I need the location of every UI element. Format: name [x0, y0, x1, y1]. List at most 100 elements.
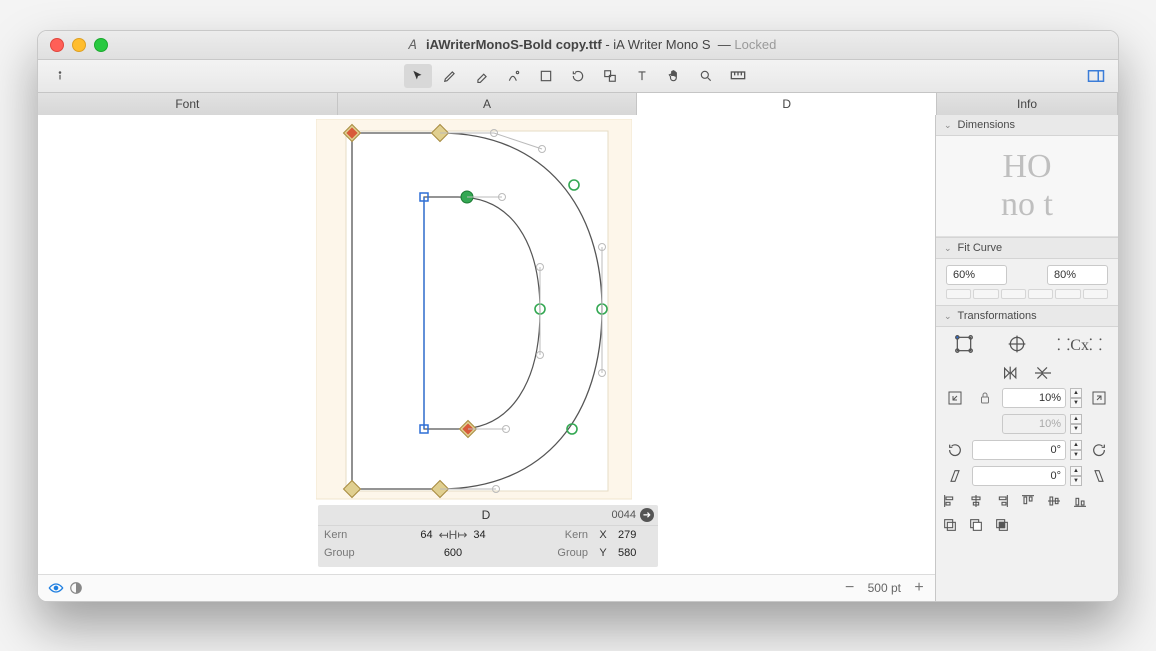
scale-up-icon[interactable] [1086, 387, 1112, 409]
tab-d[interactable]: D [637, 93, 937, 115]
glyph-d-outline [316, 119, 632, 503]
status-bar: − 500 pt + [38, 574, 935, 601]
align-row [942, 493, 1112, 517]
zoom-button[interactable] [94, 38, 108, 52]
transform-capheight-icon[interactable]: ⸬Cx⸬ [1057, 333, 1103, 355]
kern-left-label: Kern [318, 529, 384, 541]
close-button[interactable] [50, 38, 64, 52]
rotate-cw-icon[interactable] [1086, 439, 1112, 461]
info-icon[interactable] [46, 64, 74, 88]
coord-y-value: 580 [618, 547, 658, 559]
glyph-name: D [388, 508, 584, 522]
next-glyph-icon[interactable]: ➜ [640, 508, 654, 522]
tab-a[interactable]: A [338, 93, 638, 115]
measure-tool[interactable] [724, 64, 752, 88]
path-subtract-icon[interactable] [968, 517, 990, 541]
kern-right-value[interactable]: 34 [473, 529, 485, 541]
rotate-ccw-icon[interactable] [942, 439, 968, 461]
glyph-canvas[interactable]: D 0044 ➜ Kern 64 ↤H↦ 34 Kern X 279 [38, 115, 935, 601]
coord-x-label: X [588, 529, 618, 541]
slant-right-icon[interactable] [1086, 465, 1112, 487]
scale-y-stepper[interactable]: ▲▼ [1070, 414, 1082, 434]
mirror-vertical-icon[interactable] [1033, 365, 1053, 381]
scale-stepper[interactable]: ▲▼ [1070, 388, 1082, 408]
dimensions-preview[interactable]: HO no t [936, 136, 1118, 237]
zoom-level[interactable]: 500 pt [868, 581, 901, 595]
minimize-button[interactable] [72, 38, 86, 52]
coord-y-label: Y [588, 547, 618, 559]
glyph-info-panel: D 0044 ➜ Kern 64 ↤H↦ 34 Kern X 279 [318, 505, 658, 567]
draw-tool[interactable] [500, 64, 528, 88]
slant-left-icon[interactable] [942, 465, 968, 487]
zoom-in-button[interactable]: + [911, 579, 927, 597]
title-file: iAWriterMonoS-Bold copy.ttf [426, 37, 602, 52]
text-tool[interactable] [628, 64, 656, 88]
erase-tool[interactable] [468, 64, 496, 88]
window-title: 𝐴 iAWriterMonoS-Bold copy.ttf - iA Write… [126, 37, 1058, 53]
group-left-label: Group [318, 547, 384, 559]
rotate-tool[interactable] [564, 64, 592, 88]
dim-preview-bottom: no t [1001, 188, 1053, 222]
preview-eye-icon[interactable] [46, 576, 66, 600]
toggle-sidebar-icon[interactable] [1082, 64, 1110, 88]
group-value[interactable]: 600 [384, 547, 522, 559]
path-intersect-icon[interactable] [994, 517, 1016, 541]
inspector-panel: ⌄ Dimensions HO no t ⌄ Fit Curve 60% 80%… [935, 115, 1118, 601]
zoom-out-button[interactable]: − [842, 579, 858, 597]
scale-down-icon[interactable] [942, 387, 968, 409]
section-dimensions[interactable]: ⌄ Dimensions [936, 115, 1118, 136]
chevron-down-icon: ⌄ [944, 120, 952, 131]
pen-tool[interactable] [436, 64, 464, 88]
scale-tool[interactable] [596, 64, 624, 88]
tool-palette [74, 64, 1082, 88]
title-status: Locked [734, 37, 776, 52]
mirror-horizontal-icon[interactable] [1001, 365, 1021, 381]
rotate-stepper[interactable]: ▲▼ [1070, 440, 1082, 460]
tab-row: Font A D Info [38, 93, 1118, 116]
rotate-input[interactable]: 0° [972, 440, 1066, 460]
glyph-unicode[interactable]: 0044 ➜ [584, 508, 658, 522]
slant-input[interactable]: 0° [972, 466, 1066, 486]
window-controls [50, 38, 108, 52]
align-top-icon[interactable] [1020, 493, 1042, 517]
title-bar: 𝐴 iAWriterMonoS-Bold copy.ttf - iA Write… [38, 31, 1118, 60]
hand-tool[interactable] [660, 64, 688, 88]
transform-origin-icon[interactable] [1004, 333, 1030, 355]
align-bottom-icon[interactable] [1072, 493, 1094, 517]
tab-font[interactable]: Font [38, 93, 338, 115]
kern-left-value[interactable]: 64 [420, 529, 432, 541]
zoom-control: − 500 pt + [842, 579, 927, 597]
zoom-tool[interactable] [692, 64, 720, 88]
boolean-row [942, 517, 1112, 541]
chevron-down-icon: ⌄ [944, 311, 952, 322]
primitive-tool[interactable] [532, 64, 560, 88]
contrast-icon[interactable] [66, 576, 86, 600]
tab-info[interactable]: Info [937, 93, 1118, 115]
lock-icon[interactable] [972, 387, 998, 409]
slant-stepper[interactable]: ▲▼ [1070, 466, 1082, 486]
align-vcenter-icon[interactable] [1046, 493, 1068, 517]
align-left-icon[interactable] [942, 493, 964, 517]
scale-y-input[interactable]: 10% [1002, 414, 1066, 434]
title-family: iA Writer Mono S [613, 37, 710, 52]
path-union-icon[interactable] [942, 517, 964, 541]
scale-x-input[interactable]: 10% [1002, 388, 1066, 408]
align-right-icon[interactable] [994, 493, 1016, 517]
section-transformations[interactable]: ⌄ Transformations [936, 305, 1118, 327]
dim-preview-top: HO [1002, 150, 1051, 184]
coord-x-value: 279 [618, 529, 658, 541]
select-tool[interactable] [404, 64, 432, 88]
toolbar [38, 60, 1118, 93]
transform-grid-icon[interactable] [951, 333, 977, 355]
doc-icon: 𝐴 [408, 37, 417, 52]
section-fit-curve[interactable]: ⌄ Fit Curve [936, 237, 1118, 259]
app-window: 𝐴 iAWriterMonoS-Bold copy.ttf - iA Write… [37, 30, 1119, 602]
fitcurve-low-input[interactable]: 60% [946, 265, 1007, 285]
metrics-icon: ↤H↦ [439, 528, 468, 542]
kern-right-label: Kern [522, 529, 588, 541]
chevron-down-icon: ⌄ [944, 243, 952, 254]
align-hcenter-icon[interactable] [968, 493, 990, 517]
group-right-label: Group [522, 547, 588, 559]
fitcurve-high-input[interactable]: 80% [1047, 265, 1108, 285]
fitcurve-steps[interactable] [936, 289, 1118, 305]
